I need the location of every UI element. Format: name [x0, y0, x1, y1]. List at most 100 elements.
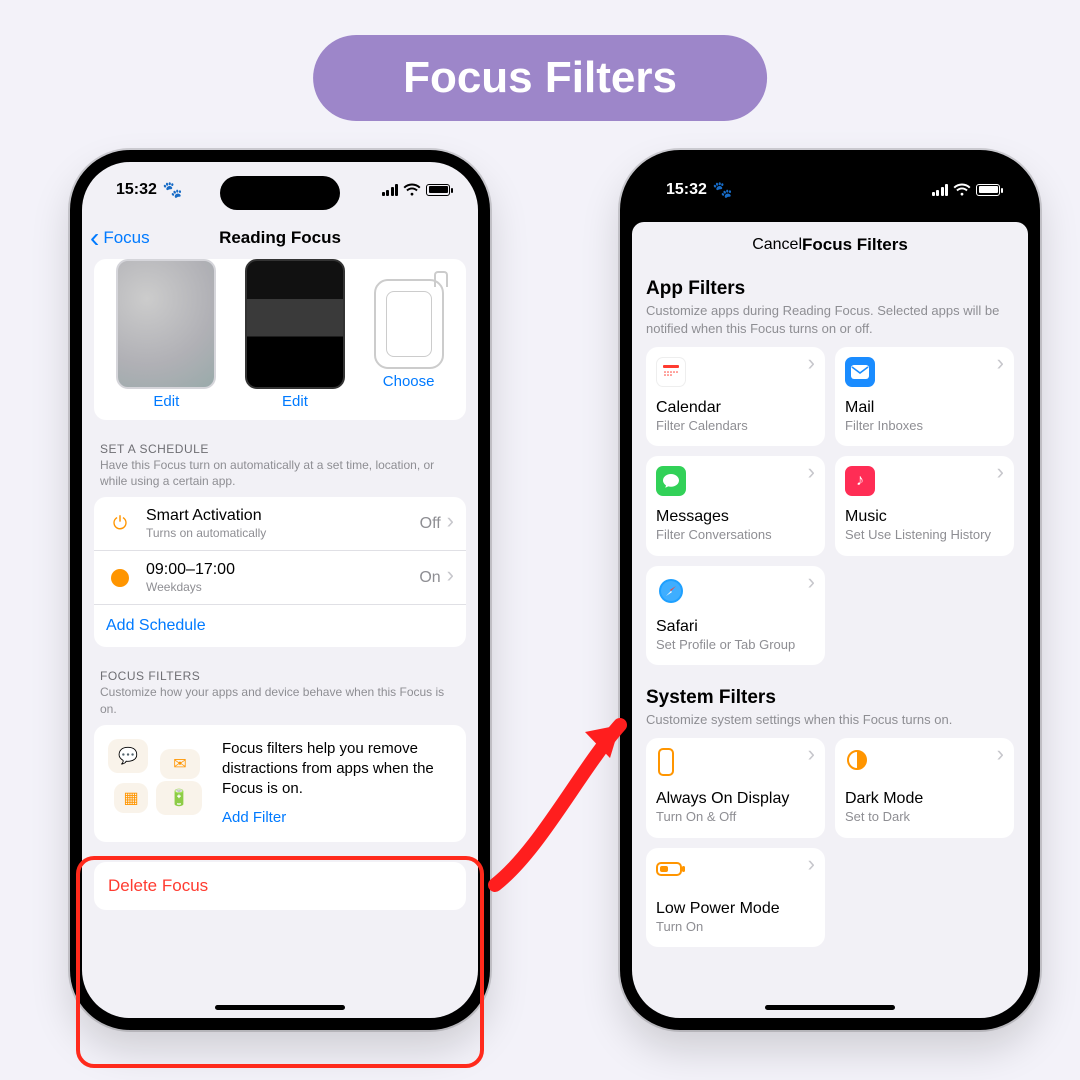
add-schedule-button[interactable]: Add Schedule [94, 605, 466, 647]
phone-right: 15:32 🐾 Cancel Focus Filters App Filters… [620, 150, 1040, 1030]
phone-outline-icon [656, 748, 676, 782]
choose-link[interactable]: Choose [383, 373, 435, 390]
paw-icon: 🐾 [713, 180, 733, 200]
filter-title: Messages [656, 508, 815, 526]
filter-sub: Filter Calendars [656, 418, 815, 434]
filter-title: Always On Display [656, 790, 815, 808]
delete-focus-button[interactable]: Delete Focus [94, 862, 466, 910]
watch-face-thumb[interactable]: Choose [374, 259, 444, 410]
system-filters-sub: Customize system settings when this Focu… [646, 711, 1014, 729]
focus-filters-desc: Focus filters help you remove distractio… [222, 740, 434, 798]
mail-filter-card[interactable]: › Mail Filter Inboxes [835, 347, 1014, 446]
edit-link[interactable]: Edit [153, 393, 179, 410]
screen-left: 15:32 🐾 Focus Reading Focus Edit [82, 162, 478, 1018]
focus-filters-section-header: FOCUS FILTERS [94, 663, 466, 683]
status-time: 15:32 [116, 181, 157, 199]
chevron-right-icon [447, 569, 454, 587]
chevron-right-icon: › [808, 576, 815, 587]
focus-filters-sheet: Cancel Focus Filters App Filters Customi… [632, 222, 1028, 1018]
chevron-right-icon: › [808, 466, 815, 477]
lowpower-filter-card[interactable]: › Low Power Mode Turn On [646, 848, 825, 947]
filter-title: Calendar [656, 399, 815, 417]
navbar: Focus Reading Focus [82, 217, 478, 259]
filter-sub: Turn On [656, 919, 815, 935]
filter-sub: Set Profile or Tab Group [656, 637, 815, 653]
time-schedule-row[interactable]: 09:00–17:00 Weekdays On [94, 551, 466, 605]
nav-title: Reading Focus [219, 228, 341, 248]
music-filter-card[interactable]: ♪ › Music Set Use Listening History [835, 456, 1014, 555]
smart-state: Off [420, 515, 441, 533]
app-filters-header: App Filters [646, 278, 1014, 300]
schedule-section-header: SET A SCHEDULE [94, 436, 466, 456]
calendar-chip-icon: ▦ [114, 783, 148, 813]
battery-chip-icon: 🔋 [156, 781, 202, 815]
chevron-right-icon: › [997, 748, 1004, 759]
chevron-right-icon: › [808, 357, 815, 368]
lock-screen-thumb[interactable]: Edit [116, 259, 216, 410]
dynamic-island [770, 176, 890, 210]
row-subtitle: Turns on automatically [146, 526, 420, 540]
customize-screens-row: Edit Edit Choose [94, 259, 466, 420]
smart-activation-row[interactable]: ⏻ Smart Activation Turns on automaticall… [94, 497, 466, 551]
cellular-icon [932, 184, 949, 196]
messages-filter-card[interactable]: › Messages Filter Conversations [646, 456, 825, 555]
app-filters-sub: Customize apps during Reading Focus. Sel… [646, 302, 1014, 337]
sheet-header: Cancel Focus Filters [632, 222, 1028, 268]
aod-filter-card[interactable]: › Always On Display Turn On & Off [646, 738, 825, 837]
filter-sub: Turn On & Off [656, 809, 815, 825]
battery-outline-icon [656, 858, 686, 884]
system-filters-header: System Filters [646, 687, 1014, 709]
power-icon: ⏻ [106, 510, 134, 538]
filter-title: Safari [656, 618, 815, 636]
chevron-right-icon: › [997, 357, 1004, 368]
filter-title: Dark Mode [845, 790, 1004, 808]
focus-filters-icons: 💬 ✉︎ ▦ 🔋 [108, 739, 208, 819]
filter-sub: Set Use Listening History [845, 527, 1004, 543]
edit-link[interactable]: Edit [282, 393, 308, 410]
home-screen-thumb[interactable]: Edit [245, 259, 345, 410]
row-title: 09:00–17:00 [146, 561, 419, 579]
back-button[interactable]: Focus [90, 228, 150, 248]
mail-chip-icon: ✉︎ [160, 749, 200, 779]
schedule-section-sub: Have this Focus turn on automatically at… [94, 456, 466, 497]
status-time: 15:32 [666, 181, 707, 199]
clock-icon [106, 564, 134, 592]
filter-sub: Filter Conversations [656, 527, 815, 543]
chevron-right-icon [447, 515, 454, 533]
row-title: Smart Activation [146, 507, 420, 525]
wifi-icon [953, 183, 971, 196]
home-indicator[interactable] [765, 1005, 895, 1010]
sheet-scroll[interactable]: App Filters Customize apps during Readin… [632, 268, 1028, 997]
cellular-icon [382, 184, 399, 196]
paw-icon: 🐾 [163, 180, 183, 200]
phone-left: 15:32 🐾 Focus Reading Focus Edit [70, 150, 490, 1030]
wifi-icon [403, 183, 421, 196]
content-scroll[interactable]: Edit Edit Choose SET A SCHEDULE Have thi… [82, 259, 478, 1018]
screen-right: 15:32 🐾 Cancel Focus Filters App Filters… [632, 162, 1028, 1018]
focus-filters-section-sub: Customize how your apps and device behav… [94, 683, 466, 724]
calendar-app-icon [656, 357, 686, 387]
chevron-right-icon: › [808, 858, 815, 869]
filter-sub: Set to Dark [845, 809, 1004, 825]
filter-title: Mail [845, 399, 1004, 417]
time-state: On [419, 569, 440, 587]
battery-icon [976, 184, 1000, 196]
sheet-title: Focus Filters [802, 235, 908, 255]
safari-filter-card[interactable]: › Safari Set Profile or Tab Group [646, 566, 825, 665]
focus-filters-card[interactable]: 💬 ✉︎ ▦ 🔋 Focus filters help you remove d… [94, 725, 466, 842]
darkmode-filter-card[interactable]: › Dark Mode Set to Dark [835, 738, 1014, 837]
dynamic-island [220, 176, 340, 210]
chat-icon: 💬 [108, 739, 148, 773]
filter-title: Music [845, 508, 1004, 526]
calendar-filter-card[interactable]: › Calendar Filter Calendars [646, 347, 825, 446]
page-title-pill: Focus Filters [313, 35, 767, 121]
messages-app-icon [656, 466, 686, 496]
chevron-right-icon: › [997, 466, 1004, 477]
home-indicator[interactable] [215, 1005, 345, 1010]
music-app-icon: ♪ [845, 466, 875, 496]
add-filter-button[interactable]: Add Filter [222, 808, 452, 828]
chevron-right-icon: › [808, 748, 815, 759]
darkmode-icon [845, 748, 869, 778]
safari-app-icon [656, 576, 686, 606]
cancel-button[interactable]: Cancel [752, 236, 802, 254]
